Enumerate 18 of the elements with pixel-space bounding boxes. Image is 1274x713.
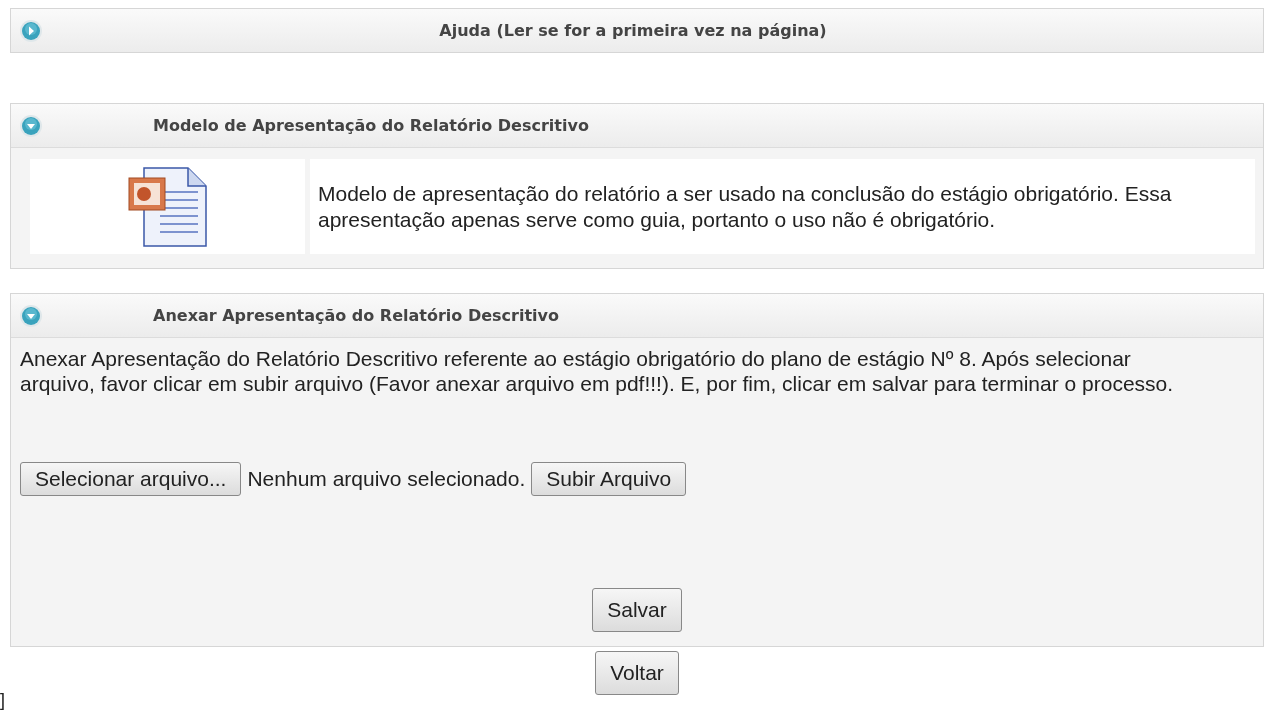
presentation-file-icon[interactable] bbox=[127, 165, 208, 248]
collapse-icon[interactable] bbox=[19, 303, 43, 328]
file-status: Nenhum arquivo selecionado. bbox=[247, 467, 526, 491]
upload-button[interactable]: Subir Arquivo bbox=[531, 462, 687, 496]
panel-header[interactable]: Modelo de Apresentação do Relatório Descritivo bbox=[11, 104, 1263, 148]
select-file-button[interactable]: Selecionar arquivo... bbox=[20, 462, 242, 496]
expand-icon[interactable] bbox=[19, 18, 43, 43]
panel-title: Anexar Apresentação do Relatório Descritivo bbox=[153, 306, 559, 325]
bracket-mark: ] bbox=[0, 690, 5, 711]
upload-instructions: Anexar Apresentação do Relatório Descritivo referente ao estágio obrigatório do plano de estágio Nº 8. Após selecionar arquivo, favor clicar em subir arquivo (Favor anexar arquivo em pdf!!!). E, por fim, clicar em salvar para terminar o processo. bbox=[20, 346, 1175, 396]
template-description: Modelo de apresentação do relatório a ser usado na conclusão do estágio obrigatório. Essa apresentação apenas serve como guia, portanto o uso não é obrigatório. bbox=[310, 159, 1255, 254]
back-button[interactable]: Voltar bbox=[595, 651, 679, 695]
panel-title: Ajuda (Ler se for a primeira vez na página) bbox=[438, 21, 828, 40]
panel-header[interactable]: Ajuda (Ler se for a primeira vez na página) bbox=[11, 9, 1263, 52]
panel-header[interactable]: Anexar Apresentação do Relatório Descritivo bbox=[11, 294, 1263, 338]
save-button[interactable]: Salvar bbox=[592, 588, 682, 632]
collapse-icon[interactable] bbox=[19, 113, 43, 138]
panel-title: Modelo de Apresentação do Relatório Descritivo bbox=[153, 116, 589, 135]
